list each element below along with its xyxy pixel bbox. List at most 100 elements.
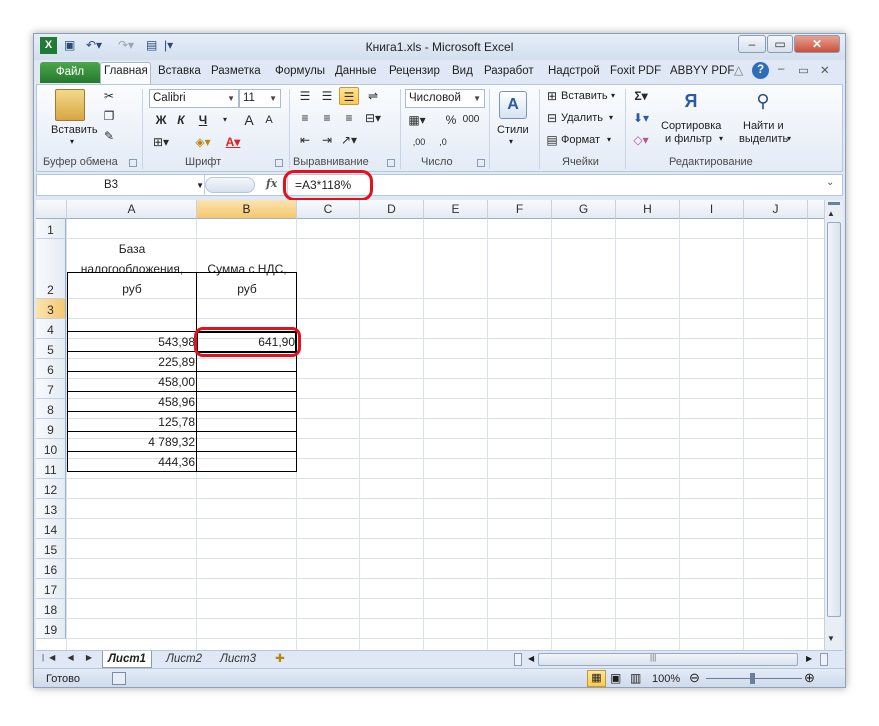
column-header-b[interactable]: B [197, 200, 297, 219]
align-middle-icon[interactable]: ☰ [317, 87, 337, 105]
underline-button[interactable]: Ч [193, 111, 213, 129]
fill-color-icon[interactable]: ◈▾ [193, 133, 213, 151]
sheet-tab-1[interactable]: Лист1 [102, 651, 152, 668]
row-header-19[interactable]: 19 [36, 619, 66, 639]
row-header-4[interactable]: 4 [36, 319, 66, 339]
grow-font-button[interactable]: A [239, 111, 259, 129]
column-header-a[interactable]: A [67, 200, 197, 219]
sheet-tab-2[interactable]: Лист2 [160, 651, 208, 668]
borders-icon[interactable]: ⊞▾ [151, 133, 171, 151]
paste-button[interactable]: Вставить [51, 124, 98, 136]
find-select-icon[interactable]: ⚲ [749, 91, 777, 119]
autosum-icon[interactable]: Σ▾ [631, 87, 651, 105]
format-cells-icon[interactable]: ▤ [542, 131, 562, 149]
page-layout-view-icon[interactable]: ▣ [610, 671, 621, 685]
sort-filter-icon[interactable]: Я [677, 91, 705, 119]
cut-icon[interactable]: ✂ [99, 87, 119, 105]
insert-function-icon[interactable]: fx [266, 177, 277, 190]
clear-icon[interactable]: ◇▾ [631, 131, 651, 149]
find-select-button[interactable]: Найти и [743, 120, 784, 132]
shrink-font-button[interactable]: A [259, 111, 279, 129]
font-launcher-icon[interactable] [275, 159, 283, 167]
cell-a9[interactable]: 444,36 [67, 452, 197, 472]
cell-a3[interactable]: 543,98 [67, 332, 197, 352]
tab-insert[interactable]: Вставка [158, 65, 201, 77]
row-header-15[interactable]: 15 [36, 539, 66, 559]
row-header-9[interactable]: 9 [36, 419, 66, 439]
row-header-3[interactable]: 3 [36, 299, 66, 319]
delete-cells-button[interactable]: Удалить [561, 112, 603, 124]
format-painter-icon[interactable]: ✎ [99, 127, 119, 145]
zoom-level[interactable]: 100% [652, 673, 680, 685]
formula-bar-expand-icon[interactable] [205, 177, 255, 193]
column-header-e[interactable]: E [424, 200, 488, 219]
increase-indent-icon[interactable]: ⇥ [317, 131, 337, 149]
cell-a6[interactable]: 458,96 [67, 392, 197, 412]
paste-dropdown-icon[interactable]: ▾ [70, 137, 74, 146]
increase-decimal-icon[interactable]: ,00 [409, 133, 429, 151]
row-header-16[interactable]: 16 [36, 559, 66, 579]
cell-a7[interactable]: 125,78 [67, 412, 197, 432]
tab-file[interactable]: Файл [40, 62, 100, 83]
row-header-17[interactable]: 17 [36, 579, 66, 599]
column-header-f[interactable]: F [488, 200, 552, 219]
minimize-button[interactable]: – [738, 35, 766, 53]
column-header-j[interactable]: J [744, 200, 808, 219]
cell-a8[interactable]: 4 789,32 [67, 432, 197, 452]
align-bottom-icon[interactable]: ☰ [339, 87, 359, 105]
tab-developer[interactable]: Разработ [484, 65, 534, 77]
scroll-down-icon[interactable]: ▼ [827, 634, 835, 643]
row-header-8[interactable]: 8 [36, 399, 66, 419]
column-header-i[interactable]: I [680, 200, 744, 219]
row-header-1[interactable]: 1 [36, 219, 66, 239]
worksheet-grid[interactable]: A B C D E F G H I J 1 2 3 4 5 6 7 8 9 10 11 12 13 14 1… [36, 200, 824, 650]
column-header-g[interactable]: G [552, 200, 616, 219]
row-header-5[interactable]: 5 [36, 339, 66, 359]
number-launcher-icon[interactable] [477, 159, 485, 167]
decrease-indent-icon[interactable]: ⇤ [295, 131, 315, 149]
cell-b2[interactable]: Сумма с НДС, руб [197, 259, 297, 299]
align-right-icon[interactable]: ≡ [339, 109, 359, 127]
percent-format-icon[interactable]: % [441, 111, 461, 129]
font-color-icon[interactable]: A▾ [223, 133, 243, 151]
styles-button[interactable]: Стили [497, 124, 529, 136]
column-header-h[interactable]: H [616, 200, 680, 219]
sort-filter-button[interactable]: Сортировка [661, 120, 721, 132]
cell-a4[interactable]: 225,89 [67, 352, 197, 372]
row-header-18[interactable]: 18 [36, 599, 66, 619]
scroll-thumb[interactable] [827, 222, 841, 617]
copy-icon[interactable]: ❐ [99, 107, 119, 125]
scroll-right-icon[interactable]: ▶ [806, 654, 812, 663]
help-icon[interactable]: ? [752, 62, 769, 79]
column-header-c[interactable]: C [297, 200, 360, 219]
sheet-tab-3[interactable]: Лист3 [214, 651, 262, 668]
underline-dropdown-icon[interactable]: ▾ [215, 111, 235, 129]
styles-dropdown-icon[interactable]: ▾ [509, 137, 513, 146]
select-all-corner[interactable] [36, 200, 67, 219]
wrap-text-icon[interactable]: ⇌ [363, 87, 383, 105]
tab-view[interactable]: Вид [452, 65, 473, 77]
tab-addins[interactable]: Надстрой [548, 65, 600, 77]
decrease-decimal-icon[interactable]: ,0 [433, 133, 453, 151]
macro-record-icon[interactable] [112, 672, 126, 685]
currency-format-icon[interactable]: ▦▾ [407, 111, 427, 129]
tab-formulas[interactable]: Формулы [275, 65, 325, 77]
delete-cells-icon[interactable]: ⊟ [542, 109, 562, 127]
number-format-combo[interactable]: Числовой ▼ [405, 89, 485, 108]
fill-icon[interactable]: ⬇▾ [631, 109, 651, 127]
styles-icon[interactable]: A [499, 91, 527, 119]
tab-review[interactable]: Рецензир [389, 65, 440, 77]
merge-center-icon[interactable]: ⊟▾ [363, 109, 383, 127]
close-workbook-icon[interactable]: ✕ [820, 63, 830, 77]
align-left-icon[interactable]: ≡ [295, 109, 315, 127]
clipboard-launcher-icon[interactable] [129, 159, 137, 167]
column-header-d[interactable]: D [360, 200, 424, 219]
row-header-13[interactable]: 13 [36, 499, 66, 519]
restore-workbook-icon[interactable]: ▭ [798, 63, 809, 77]
align-top-icon[interactable]: ☰ [295, 87, 315, 105]
zoom-out-icon[interactable]: ⊖ [689, 670, 700, 686]
expand-formula-bar-icon[interactable]: ⌄ [826, 177, 834, 188]
bold-button[interactable]: Ж [151, 111, 171, 129]
orientation-icon[interactable]: ↗▾ [339, 131, 359, 149]
align-center-icon[interactable]: ≡ [317, 109, 337, 127]
